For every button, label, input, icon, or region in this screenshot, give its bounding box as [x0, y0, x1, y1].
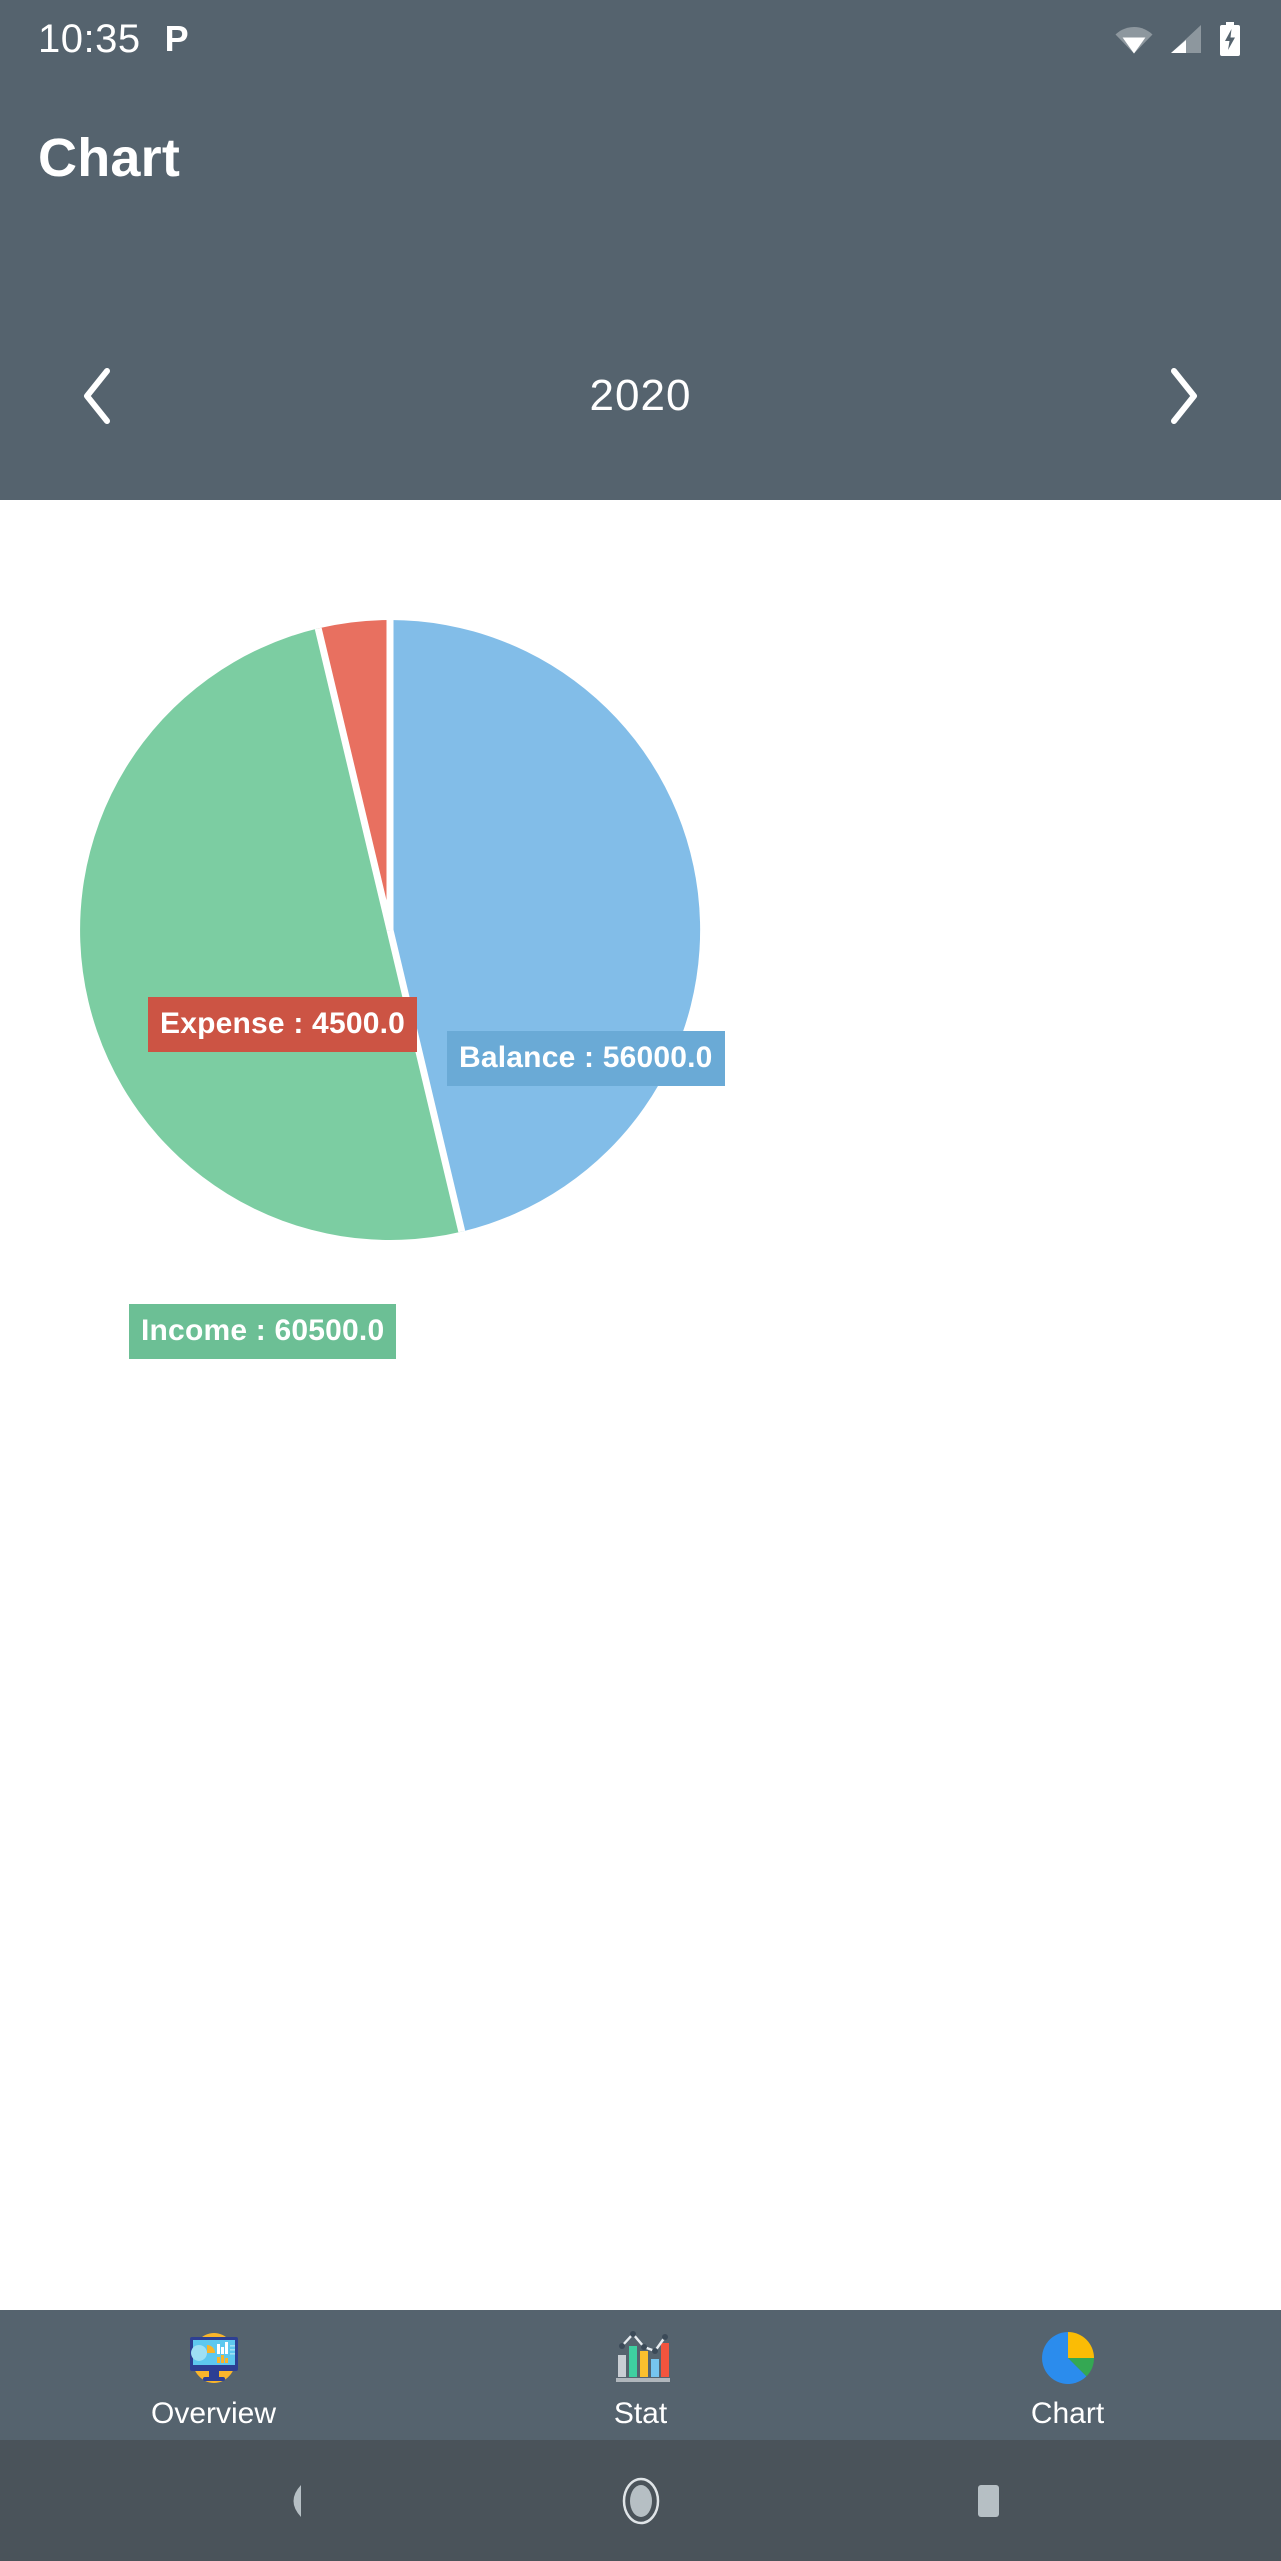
status-bar-left: 10:35 P [38, 19, 189, 59]
pie-chart[interactable] [75, 615, 705, 1245]
tab-stat-label: Stat [613, 2397, 668, 2430]
pie-label-expense: Expense : 4500.0 [148, 997, 418, 1052]
system-navigation-bar [0, 2440, 1281, 2561]
bottom-tab-bar: Overview Stat Chart [0, 2310, 1281, 2440]
pie-chart-svg [80, 620, 701, 1241]
tab-stat[interactable]: Stat [427, 2310, 854, 2440]
bar-chart-icon [610, 2327, 672, 2389]
year-label: 2020 [589, 371, 692, 420]
tab-chart[interactable]: Chart [854, 2310, 1281, 2440]
pie-label-income: Income : 60500.0 [129, 1304, 397, 1359]
dashboard-monitor-icon [183, 2327, 245, 2389]
battery-charging-icon [1219, 22, 1241, 56]
app-header: 10:35 P Chart 2020 [0, 0, 1281, 500]
pie-chart-icon [1037, 2327, 1099, 2389]
wifi-icon [1115, 24, 1153, 54]
app-root: 10:35 P Chart 2020 Expense: 4500.0 Bala… [0, 0, 1281, 2561]
chart-content-area: Expense : 4500.0 Balance : 56000.0 Incom… [0, 500, 1281, 2310]
next-year-button[interactable] [1143, 356, 1223, 436]
tab-overview[interactable]: Overview [0, 2310, 427, 2440]
recents-square-icon[interactable] [943, 2456, 1033, 2546]
year-navigation: 2020 [0, 336, 1281, 456]
back-triangle-icon[interactable] [249, 2456, 339, 2546]
tab-chart-label: Chart [1030, 2397, 1105, 2430]
pie-label-balance: Balance : 56000.0 [447, 1031, 725, 1086]
app-notification-glyph: P [164, 18, 189, 59]
home-circle-icon[interactable] [596, 2456, 686, 2546]
cell-signal-icon [1169, 24, 1203, 54]
status-bar: 10:35 P [0, 0, 1281, 78]
page-title: Chart [38, 128, 181, 188]
status-bar-clock: 10:35 [38, 17, 141, 61]
status-bar-right [1115, 22, 1241, 56]
tab-overview-label: Overview [150, 2397, 277, 2430]
previous-year-button[interactable] [58, 356, 138, 436]
